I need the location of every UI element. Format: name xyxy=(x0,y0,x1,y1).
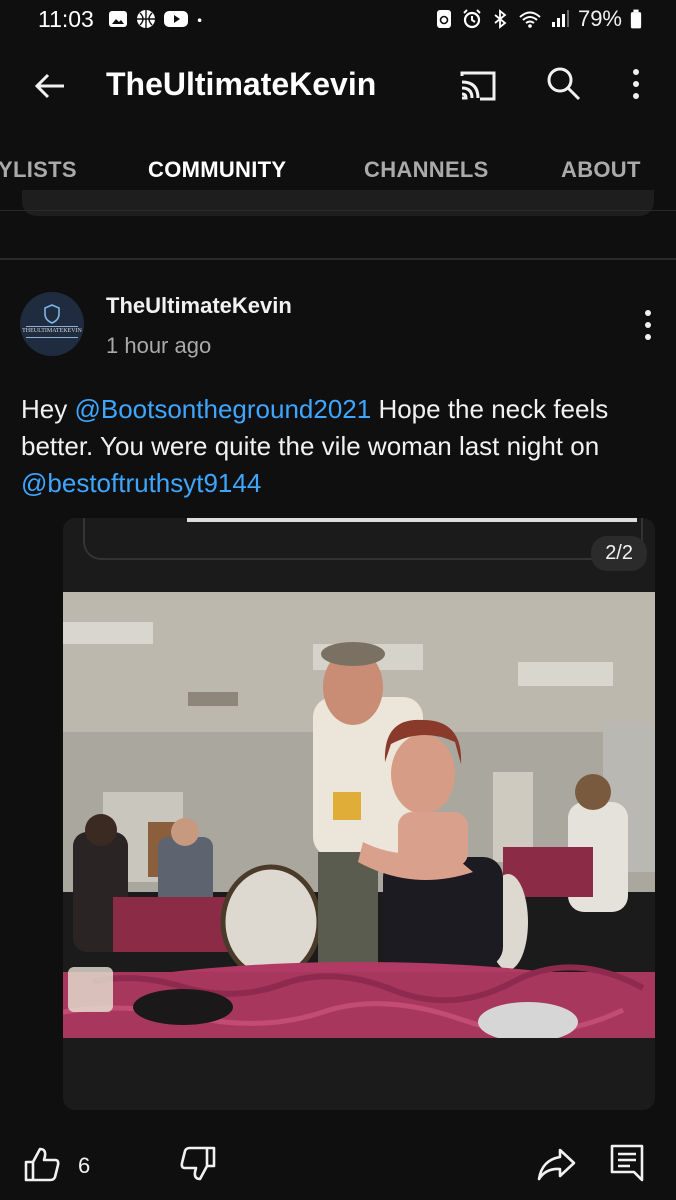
basketball-icon xyxy=(137,10,155,28)
avatar-divider-top xyxy=(26,326,78,327)
battery-icon xyxy=(630,9,642,29)
dislike-icon[interactable] xyxy=(178,1144,218,1184)
mention-link[interactable]: @bestoftruthsyt9144 xyxy=(21,468,261,498)
comment-icon[interactable] xyxy=(608,1142,646,1182)
previous-post-edge xyxy=(22,190,654,216)
post-time: 1 hour ago xyxy=(106,333,212,358)
status-bar: 11:03 79% xyxy=(0,0,676,40)
party-photo xyxy=(63,592,655,1038)
post-more-icon[interactable] xyxy=(636,308,660,342)
shield-icon xyxy=(44,304,60,324)
channel-title: TheUltimateKevin xyxy=(106,66,377,102)
post-author[interactable]: TheUltimateKevin xyxy=(106,293,292,319)
avatar-divider-bottom xyxy=(26,337,78,338)
bluetooth-icon xyxy=(494,9,507,29)
app-bar: TheUltimateKevin xyxy=(0,40,676,130)
status-right-icons: 79% xyxy=(434,6,642,32)
dot-icon xyxy=(197,18,202,22)
status-time: 11:03 xyxy=(38,6,94,32)
tab-about[interactable]: ABOUT xyxy=(561,157,641,183)
share-icon[interactable] xyxy=(536,1146,576,1182)
recycle-icon xyxy=(436,10,451,28)
cast-icon[interactable] xyxy=(458,66,498,106)
avatar[interactable]: THEULTIMATEKEVIN xyxy=(20,292,84,356)
tab-channels[interactable]: CHANNELS xyxy=(364,157,489,183)
tabs-divider xyxy=(0,210,676,211)
tab-playlists[interactable]: YLISTS xyxy=(0,157,77,183)
mention-link[interactable]: @Bootsontheground2021 xyxy=(74,394,371,424)
search-icon[interactable] xyxy=(544,64,584,104)
post-image[interactable]: 2/2 xyxy=(63,518,655,1110)
more-vert-icon[interactable] xyxy=(620,64,652,104)
tab-community[interactable]: COMMUNITY xyxy=(148,157,286,183)
post-text-part: Hey xyxy=(21,394,75,424)
signal-icon xyxy=(551,10,569,27)
image-counter: 2/2 xyxy=(591,536,647,571)
status-left-icons xyxy=(108,9,208,29)
battery-percent: 79% xyxy=(577,6,622,31)
youtube-icon xyxy=(164,11,188,27)
gallery-icon xyxy=(109,11,127,27)
post-divider xyxy=(0,258,676,260)
back-arrow-icon[interactable] xyxy=(30,66,70,106)
alarm-icon xyxy=(463,9,481,29)
like-count: 6 xyxy=(78,1153,91,1178)
post-text: Hey @Bootsontheground2021 Hope the neck … xyxy=(21,391,661,502)
like-icon[interactable] xyxy=(22,1144,62,1184)
avatar-text: THEULTIMATEKEVIN xyxy=(22,328,82,334)
screenshot-frame xyxy=(83,518,643,560)
wifi-icon xyxy=(519,11,541,28)
screenshot-taskbar xyxy=(187,518,637,522)
